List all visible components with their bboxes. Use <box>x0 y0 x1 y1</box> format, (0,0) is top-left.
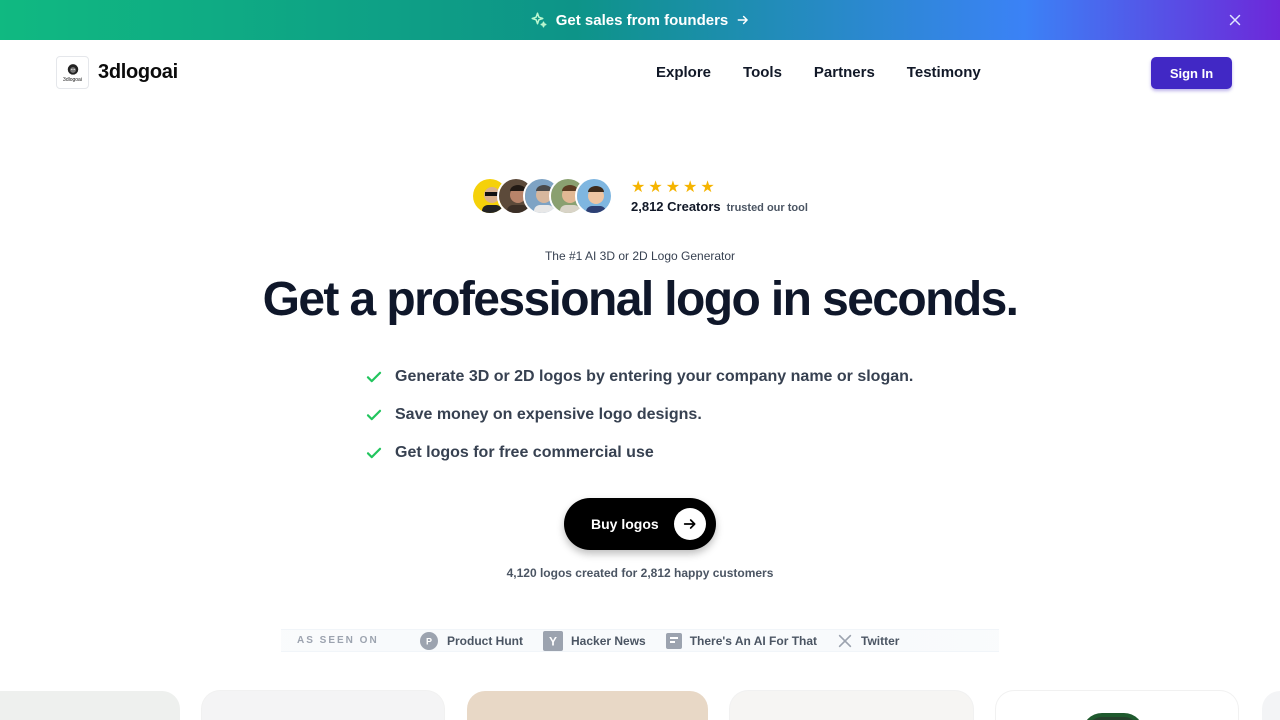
nav-link-tools[interactable]: Tools <box>743 64 782 81</box>
announcement-banner: Get sales from founders <box>0 0 1280 40</box>
feature-list: Generate 3D or 2D logos by entering your… <box>365 358 913 472</box>
sparkle-icon <box>531 12 547 28</box>
taaft-icon <box>665 632 682 649</box>
star-icon: ★ <box>683 178 698 196</box>
press-hacker-news[interactable]: Y Hacker News <box>543 630 646 651</box>
avatar <box>575 177 613 215</box>
logo-emblem <box>1082 713 1144 720</box>
product-hunt-icon: P <box>420 631 438 650</box>
nav-link-explore[interactable]: Explore <box>656 64 711 81</box>
press-name: Twitter <box>861 633 900 648</box>
creator-avatars <box>471 177 613 215</box>
star-rating: ★ ★ ★ ★ ★ <box>631 179 808 197</box>
buy-logos-button[interactable]: Buy logos <box>564 498 716 550</box>
buy-logos-label: Buy logos <box>591 516 659 532</box>
logo-card[interactable] <box>996 691 1238 720</box>
as-seen-on-bar: AS SEEN ON P Product Hunt Y Hacker News … <box>281 629 999 652</box>
list-item: Generate 3D or 2D logos by entering your… <box>365 358 913 396</box>
hero-eyebrow: The #1 AI 3D or 2D Logo Generator <box>544 249 736 263</box>
feature-text: Generate 3D or 2D logos by entering your… <box>395 368 914 385</box>
trusted-text: trusted our tool <box>726 201 808 214</box>
hacker-news-icon: Y <box>543 630 563 651</box>
star-icon: ★ <box>648 178 663 196</box>
brand-logo-mark: 3dlogoai <box>56 56 89 89</box>
press-name: Hacker News <box>571 633 646 648</box>
nav-link-testimony[interactable]: Testimony <box>907 64 981 81</box>
as-seen-on-label: AS SEEN ON <box>297 635 379 646</box>
logo-card[interactable] <box>467 691 708 720</box>
brand-name: 3dlogoai <box>98 61 178 83</box>
press-name: There's An AI For That <box>689 633 818 648</box>
press-twitter[interactable]: Twitter <box>837 633 899 649</box>
star-icon: ★ <box>700 178 715 196</box>
svg-text:P: P <box>426 636 432 646</box>
check-icon <box>366 447 382 459</box>
logo-card[interactable] <box>202 691 444 720</box>
press-theres-an-ai-for-that[interactable]: There's An AI For That <box>665 632 818 649</box>
logo-card[interactable] <box>1262 691 1280 720</box>
creator-count-line: 2,812 Creators trusted our tool <box>631 199 808 214</box>
star-icon: ★ <box>665 178 681 196</box>
x-twitter-icon <box>838 634 852 647</box>
lion-logo-icon <box>67 63 78 75</box>
svg-text:Y: Y <box>549 634 557 648</box>
list-item: Get logos for free commercial use <box>365 434 913 472</box>
arrow-right-icon <box>737 15 749 25</box>
brand-logo-text: 3dlogoai <box>63 76 82 83</box>
logo-card[interactable] <box>730 691 973 720</box>
feature-text: Save money on expensive logo designs. <box>395 406 702 423</box>
nav-link-partners[interactable]: Partners <box>814 64 875 81</box>
arrow-right-icon <box>674 508 706 540</box>
rating: ★ ★ ★ ★ ★ 2,812 Creators trusted our too… <box>631 179 808 214</box>
star-icon: ★ <box>631 178 646 196</box>
banner-link[interactable]: Get sales from founders <box>530 11 751 29</box>
check-icon <box>366 409 382 421</box>
logo-card[interactable] <box>0 691 180 720</box>
feature-text: Get logos for free commercial use <box>395 444 654 461</box>
hero-headline: Get a professional logo in seconds. <box>262 273 1019 326</box>
brand[interactable]: 3dlogoai 3dlogoai <box>56 56 178 89</box>
close-icon[interactable] <box>1226 11 1244 29</box>
creator-count: 2,812 Creators <box>631 198 721 214</box>
press-name: Product Hunt <box>447 633 523 648</box>
nav-links: Explore Tools Partners Testimony <box>640 64 981 81</box>
usage-stats: 4,120 logos created for 2,812 happy cust… <box>506 566 774 580</box>
logo-gallery <box>0 691 1280 720</box>
social-proof: ★ ★ ★ ★ ★ 2,812 Creators trusted our too… <box>471 177 808 215</box>
check-icon <box>366 371 382 383</box>
sign-in-button[interactable]: Sign In <box>1151 57 1232 89</box>
top-nav: 3dlogoai 3dlogoai Explore Tools Partners… <box>0 40 1280 106</box>
press-product-hunt[interactable]: P Product Hunt <box>419 631 523 651</box>
banner-text: Get sales from founders <box>555 11 729 29</box>
list-item: Save money on expensive logo designs. <box>365 396 913 434</box>
